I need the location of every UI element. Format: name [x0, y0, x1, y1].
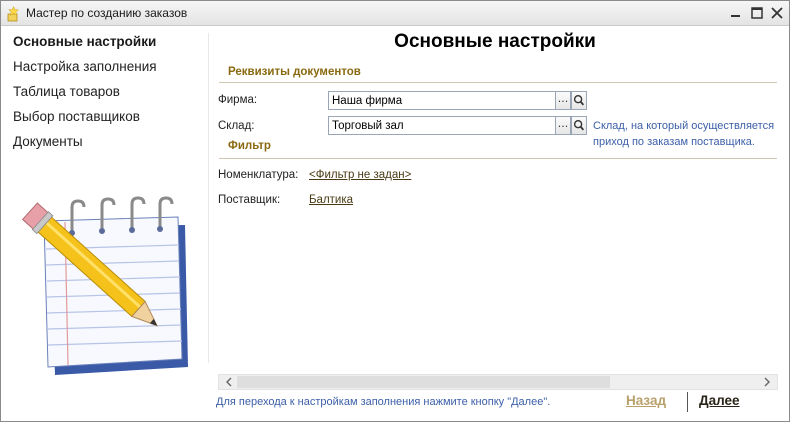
minimize-icon[interactable] — [728, 5, 744, 21]
step-documents[interactable]: Документы — [13, 134, 83, 149]
step-supplier-choice[interactable]: Выбор поставщиков — [13, 109, 140, 124]
firm-input[interactable] — [328, 91, 556, 110]
supplier-link[interactable]: Балтика — [309, 194, 353, 206]
step-goods-table[interactable]: Таблица товаров — [13, 84, 120, 99]
maximize-icon[interactable] — [749, 5, 765, 21]
warehouse-label: Склад: — [218, 120, 255, 132]
wizard-steps-sidebar: Основные настройки Настройка заполнения … — [2, 27, 207, 375]
step-main-settings[interactable]: Основные настройки — [13, 34, 156, 49]
warehouse-input[interactable] — [328, 116, 556, 135]
firm-select-button[interactable]: ... — [555, 91, 571, 110]
page-title: Основные настройки — [394, 31, 596, 52]
filter-group-divider — [219, 158, 777, 159]
nomenclature-filter-link[interactable]: <Фильтр не задан> — [309, 169, 411, 181]
close-icon[interactable] — [769, 5, 785, 21]
firm-open-magnifier-icon[interactable] — [571, 91, 587, 110]
scrollbar-thumb[interactable] — [237, 376, 610, 388]
horizontal-scrollbar[interactable] — [218, 374, 778, 390]
warehouse-open-magnifier-icon[interactable] — [571, 116, 587, 135]
notepad-pencil-illustration-icon — [21, 196, 188, 375]
window-title: Мастер по созданию заказов — [26, 6, 188, 20]
wizard-icon — [7, 6, 19, 22]
sidebar-divider — [208, 33, 209, 363]
scroll-right-icon[interactable] — [759, 375, 775, 389]
filter-group-title: Фильтр — [228, 140, 271, 152]
warehouse-hint: Склад, на который осуществляется приход … — [593, 120, 775, 148]
requisites-group-title: Реквизиты документов — [228, 66, 361, 78]
next-button[interactable]: Далее — [699, 393, 740, 408]
title-bar: Мастер по созданию заказов — [1, 1, 789, 26]
firm-label: Фирма: — [218, 94, 258, 106]
wizard-window: Мастер по созданию заказов Основные наст… — [0, 0, 790, 422]
requisites-group-divider — [219, 82, 777, 83]
supplier-label: Поставщик: — [218, 194, 281, 206]
footer-hint: Для перехода к настройкам заполнения наж… — [216, 396, 551, 408]
footer-buttons-divider — [687, 392, 688, 412]
scroll-left-icon[interactable] — [221, 375, 237, 389]
nomenclature-label: Номенклатура: — [218, 169, 299, 181]
back-button[interactable]: Назад — [626, 393, 666, 408]
step-fill-settings[interactable]: Настройка заполнения — [13, 59, 157, 74]
warehouse-select-button[interactable]: ... — [555, 116, 571, 135]
